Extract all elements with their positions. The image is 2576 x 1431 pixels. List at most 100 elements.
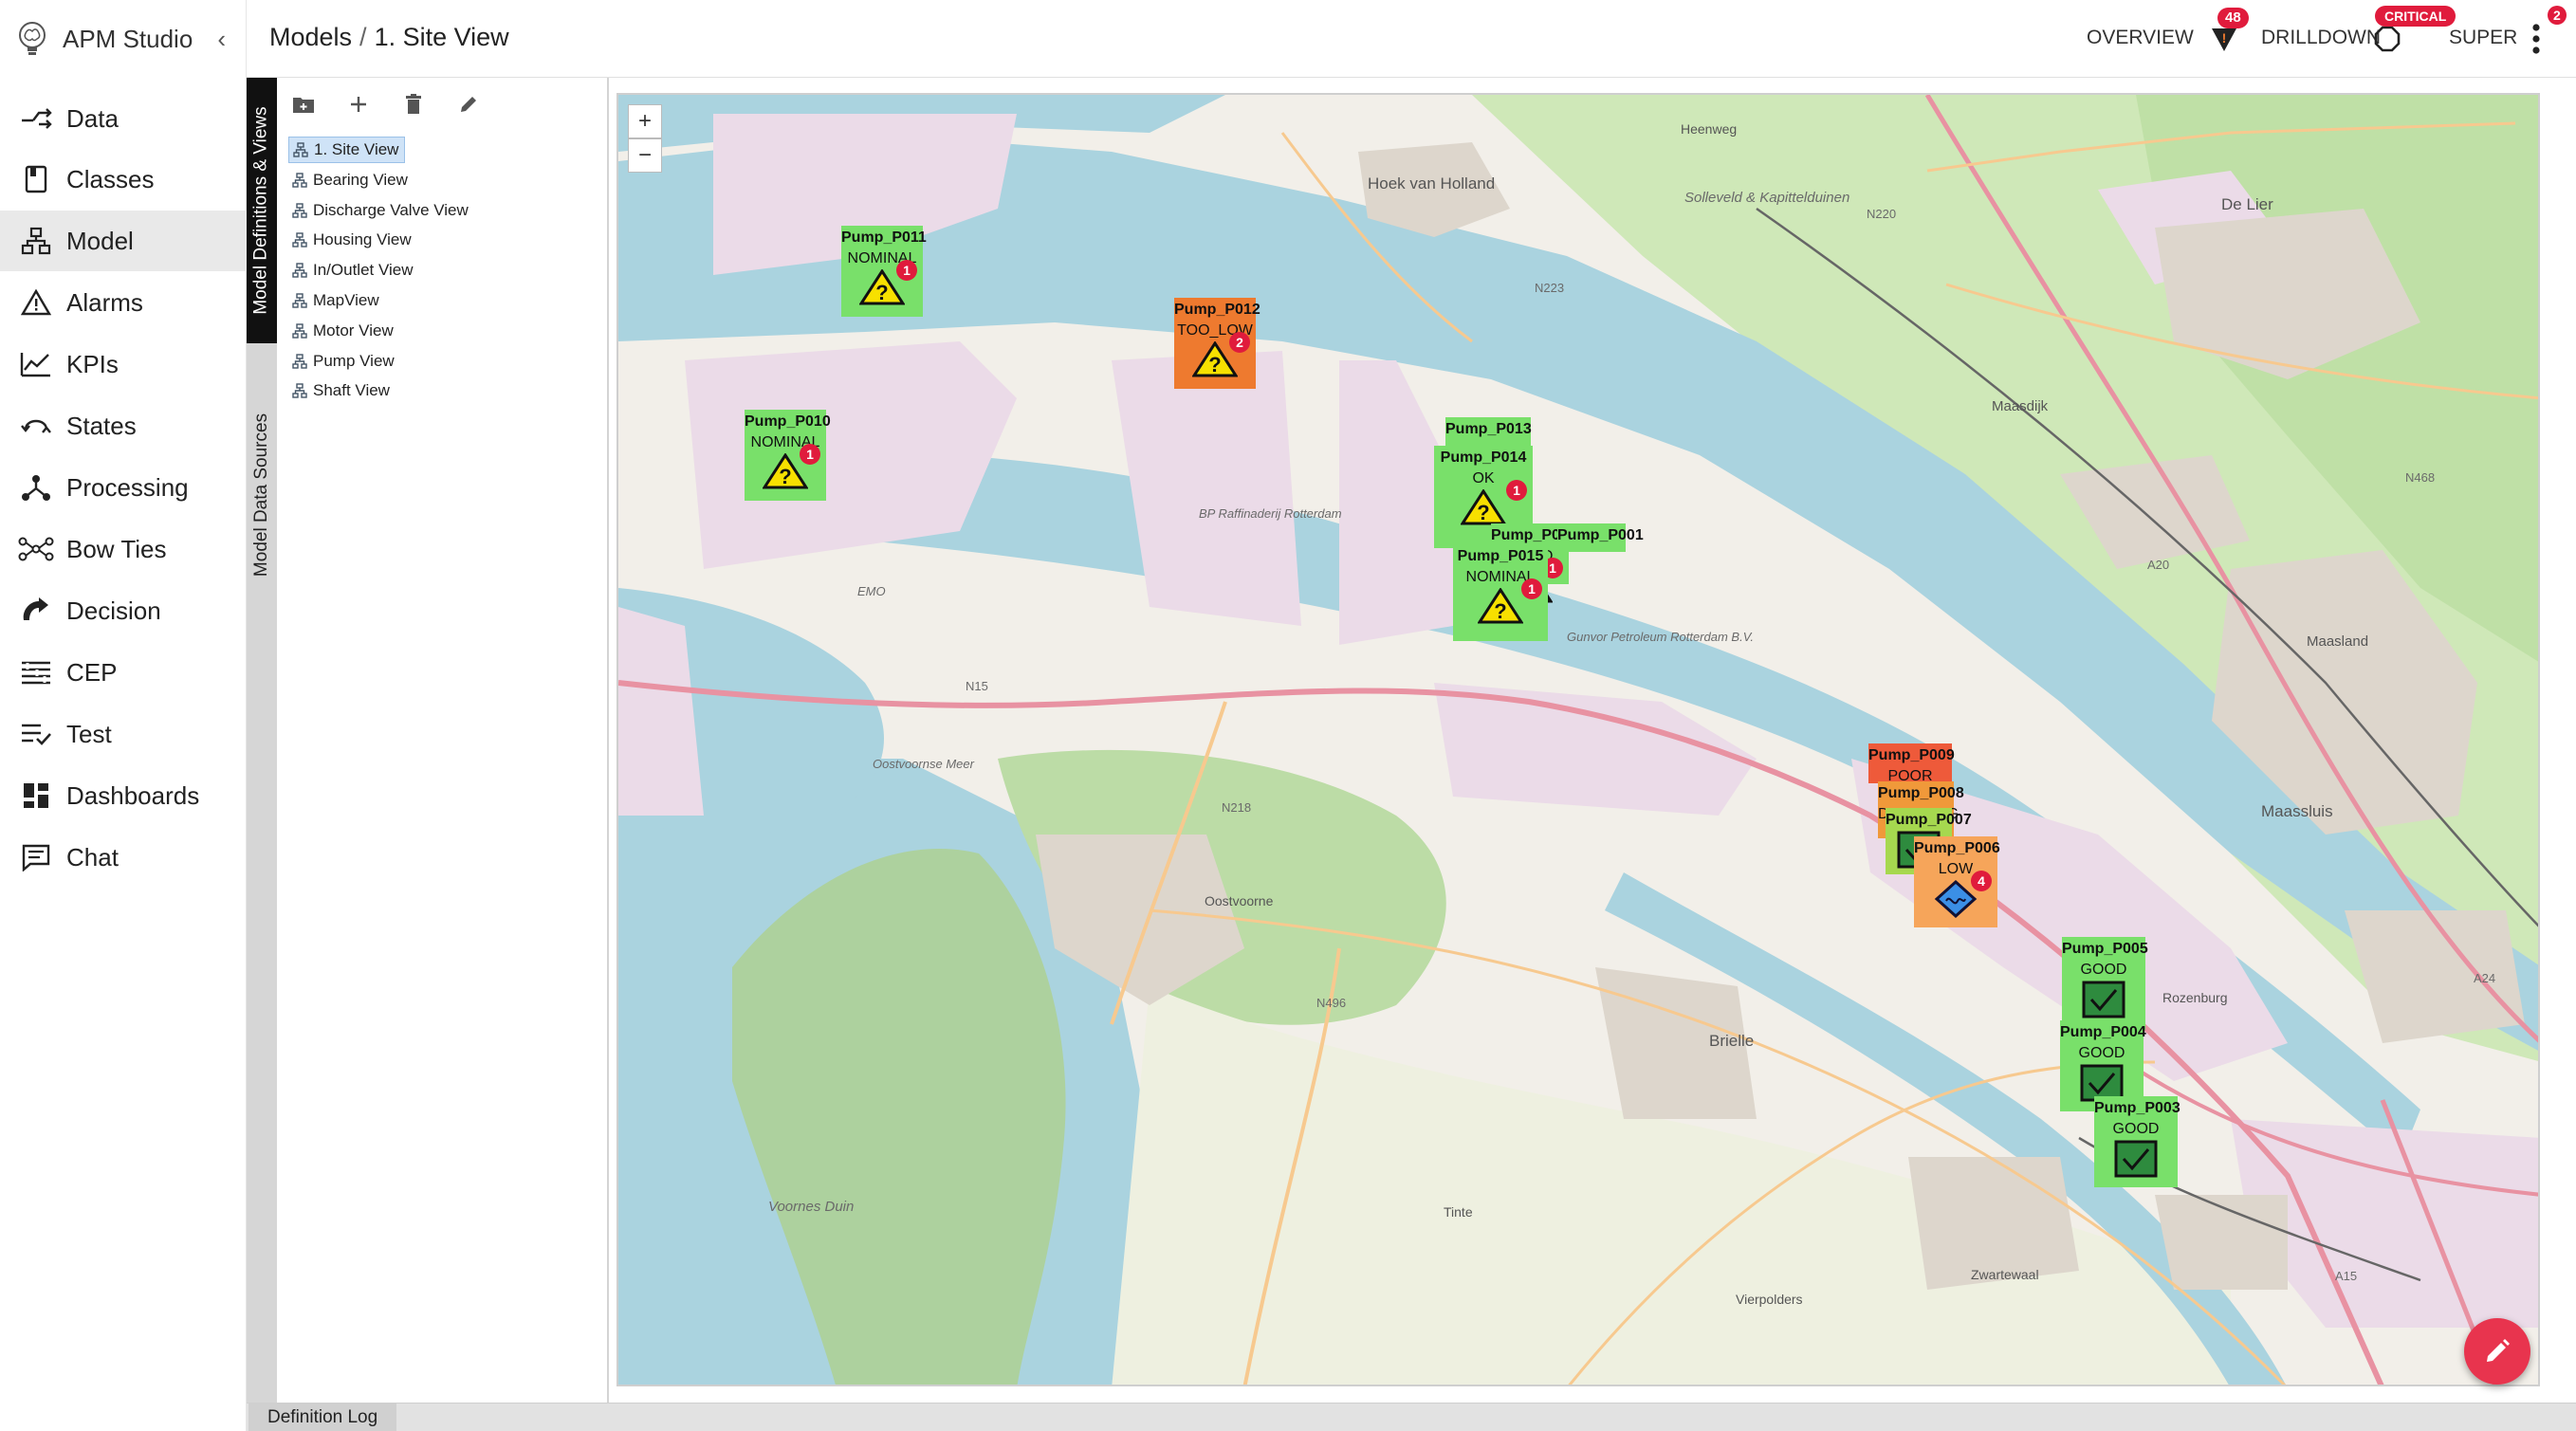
delete-view-button[interactable]: [400, 91, 427, 118]
tree-item-view[interactable]: Pump View: [288, 348, 400, 375]
breadcrumb-models-link[interactable]: Models: [269, 23, 352, 51]
tree-item-label: In/Outlet View: [313, 261, 414, 280]
drilldown-octagon-icon[interactable]: [2373, 25, 2401, 53]
road-label: A24: [2474, 971, 2496, 985]
test-icon: [17, 719, 55, 749]
model-node-icon: [292, 383, 307, 399]
place-label: Oostvoornse Meer: [873, 757, 974, 771]
nav-item-processing[interactable]: Processing: [0, 457, 247, 518]
nav-item-decision[interactable]: Decision: [0, 580, 247, 641]
nav-item-kpis[interactable]: KPIs: [0, 334, 247, 394]
svg-text:?: ?: [875, 281, 888, 304]
road-label: A15: [2335, 1269, 2358, 1283]
more-vert-icon[interactable]: [2530, 23, 2542, 55]
nav-item-label: Model: [66, 226, 134, 255]
pump-marker[interactable]: Pump_P010 NOMINAL? 1: [745, 410, 831, 501]
tree-item-view[interactable]: Shaft View: [288, 377, 396, 404]
tree-item-label: MapView: [313, 291, 379, 309]
tree-item-view[interactable]: Discharge Valve View: [288, 197, 474, 224]
pump-alarm-count-badge: 1: [800, 444, 820, 465]
place-label: Voornes Duin: [768, 1199, 855, 1215]
pump-alarm-count-badge: 1: [1506, 480, 1527, 501]
pump-marker[interactable]: Pump_P001: [1557, 523, 1644, 552]
definition-log-tab[interactable]: Definition Log: [248, 1403, 397, 1431]
nav-item-bow-ties[interactable]: Bow Ties: [0, 519, 247, 579]
tab-label: Model Definitions & Views: [251, 106, 271, 315]
tree-item-label: 1. Site View: [314, 140, 399, 158]
model-views-tree-panel: 1. Site View Bearing View Discharge Valve …: [277, 78, 609, 1403]
tree-item-label: Discharge Valve View: [313, 200, 469, 219]
edit-view-button[interactable]: [455, 91, 482, 118]
add-view-button[interactable]: [345, 91, 372, 118]
pump-marker[interactable]: Pump_P012 TOO_LOW? 2: [1174, 298, 1260, 389]
pump-alarm-count-badge: 2: [1229, 332, 1250, 353]
tab-model-data-sources[interactable]: Model Data Sources: [247, 348, 277, 642]
nav-item-label: CEP: [66, 657, 118, 687]
nav-item-data[interactable]: Data: [0, 88, 247, 149]
user-menu-label[interactable]: SUPER: [2449, 27, 2517, 49]
new-folder-button[interactable]: [290, 91, 317, 118]
edit-fab-button[interactable]: [2464, 1318, 2530, 1385]
pump-marker[interactable]: Pump_P006 LOW 4: [1914, 836, 2000, 927]
pump-name: Pump_P012: [1174, 302, 1260, 318]
place-label: Maasdijk: [1992, 398, 2049, 414]
pump-name: Pump_P014: [1440, 449, 1527, 466]
model-node-icon: [292, 202, 307, 218]
zoom-out-button[interactable]: −: [628, 138, 662, 173]
pump-name: Pump_P005: [2062, 941, 2148, 957]
place-label: Maassluis: [2261, 802, 2333, 820]
collapse-sidebar-button[interactable]: ‹: [217, 25, 226, 54]
overview-button[interactable]: OVERVIEW: [2087, 27, 2194, 49]
nav-item-states[interactable]: States: [0, 395, 247, 456]
pump-marker[interactable]: Pump_P015 NOMINAL? 1: [1453, 544, 1548, 641]
top-header: Models/1. Site View OVERVIEW ! 48 DRILLD…: [247, 0, 2576, 78]
road-label: N223: [1535, 281, 1565, 295]
warning-triangle-icon: ?: [1461, 489, 1506, 525]
chat-icon: [17, 842, 55, 872]
tree-item-label: Pump View: [313, 351, 395, 370]
nav-item-chat[interactable]: Chat: [0, 827, 247, 888]
road-label: N15: [966, 679, 988, 693]
nav-item-cep[interactable]: CEP: [0, 642, 247, 703]
pump-name: Pump_P015: [1457, 548, 1544, 564]
check-box-icon: [2082, 981, 2125, 1018]
nav-item-label: Dashboards: [66, 780, 200, 810]
nav-item-classes[interactable]: Classes: [0, 149, 247, 210]
nav-item-dashboards[interactable]: Dashboards: [0, 765, 247, 826]
pump-marker[interactable]: Pump_P005 GOOD: [2062, 937, 2148, 1030]
pump-status: GOOD: [2078, 1045, 2125, 1061]
left-navigation: APM Studio ‹ Data Classes Model Alarms K…: [0, 0, 247, 1431]
svg-text:?: ?: [1477, 501, 1489, 524]
zoom-in-button[interactable]: +: [628, 104, 662, 138]
processing-icon: [17, 472, 55, 503]
pump-marker[interactable]: Pump_P013: [1445, 417, 1532, 449]
pencil-icon: [461, 97, 476, 112]
pump-marker[interactable]: Pump_P003 GOOD: [2094, 1096, 2180, 1187]
tree-toolbar: [290, 91, 482, 118]
place-label: Rozenburg: [2162, 990, 2228, 1005]
tab-model-definitions-views[interactable]: Model Definitions & Views: [247, 78, 277, 343]
site-map[interactable]: + − Hoek van Holland Heenweg De Lier Maa…: [616, 93, 2540, 1386]
nav-item-test[interactable]: Test: [0, 704, 247, 764]
pump-marker[interactable]: Pump_P011 NOMINAL? 1: [841, 226, 927, 317]
plus-icon: [351, 97, 366, 112]
place-label: Hoek van Holland: [1368, 174, 1496, 193]
nav-item-label: KPIs: [66, 349, 119, 378]
tree-item-view[interactable]: Housing View: [288, 227, 417, 253]
alarm-icon: [17, 287, 55, 318]
nav-item-alarms[interactable]: Alarms: [0, 272, 247, 333]
pump-alarm-count-badge: 1: [896, 260, 917, 281]
tree-item-view[interactable]: In/Outlet View: [288, 257, 419, 284]
tree-item-view[interactable]: Motor View: [288, 318, 399, 344]
app-brand: APM Studio ‹: [0, 0, 247, 78]
place-label: Oostvoorne: [1205, 893, 1274, 908]
pump-marker[interactable]: Pump_P009 POOR: [1868, 743, 1955, 784]
tree-item-view[interactable]: 1. Site View: [288, 137, 406, 163]
pump-status: GOOD: [2112, 1121, 2160, 1137]
drilldown-button[interactable]: DRILLDOWN: [2261, 27, 2381, 49]
tree-item-view[interactable]: Bearing View: [288, 167, 414, 193]
svg-text:?: ?: [1494, 599, 1506, 623]
classes-icon: [17, 164, 55, 194]
tree-item-view[interactable]: MapView: [288, 287, 385, 314]
nav-item-model[interactable]: Model: [0, 211, 247, 271]
